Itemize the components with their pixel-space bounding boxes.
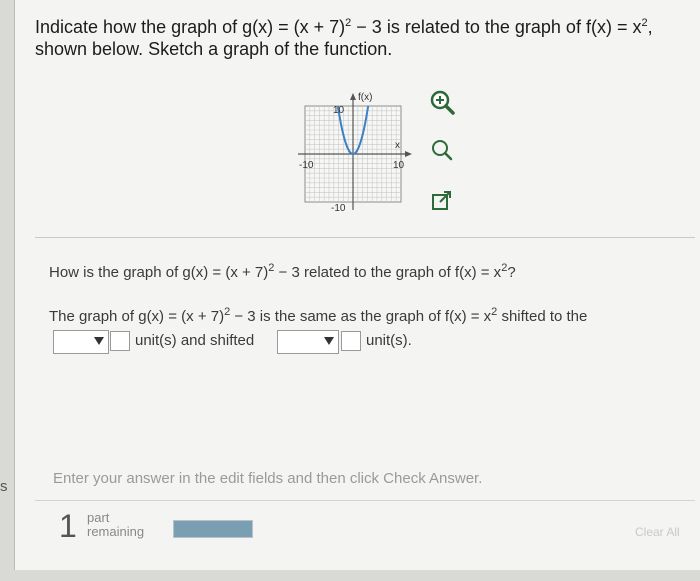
- y-min-label: -10: [331, 203, 346, 214]
- question-panel: Indicate how the graph of g(x) = (x + 7)…: [14, 0, 700, 570]
- answer-statement: The graph of g(x) = (x + 7)2 − 3 is the …: [49, 306, 588, 325]
- section-divider: [35, 237, 695, 238]
- progress-bar: [173, 520, 253, 538]
- horizontal-units-input[interactable]: [110, 331, 130, 351]
- edge-letter: s: [0, 478, 8, 495]
- graph-svg: f(x) x 10 -10 -10 10: [298, 92, 412, 214]
- zoom-in-icon[interactable]: [427, 88, 457, 118]
- question-title: Indicate how the graph of g(x) = (x + 7)…: [35, 17, 653, 59]
- question-prompt: How is the graph of g(x) = (x + 7)2 − 3 …: [49, 262, 516, 281]
- function-graph: f(x) x 10 -10 -10 10: [280, 86, 430, 221]
- vertical-units-input[interactable]: [341, 331, 361, 351]
- progress-fill: [174, 521, 252, 537]
- x-axis-label: x: [395, 140, 400, 151]
- y-max-label: 10: [333, 105, 345, 116]
- y-axis-label: f(x): [358, 92, 372, 103]
- instruction-hint: Enter your answer in the edit fields and…: [53, 470, 483, 487]
- chevron-down-icon: [324, 337, 334, 345]
- popout-icon[interactable]: [427, 186, 457, 216]
- x-axis-arrow: [405, 151, 412, 157]
- vertical-direction-select[interactable]: [277, 330, 339, 354]
- horizontal-direction-select[interactable]: [53, 330, 109, 354]
- graph-tools: [427, 86, 467, 216]
- units-label: unit(s).: [366, 332, 412, 349]
- parts-remaining-count: 1: [59, 508, 77, 544]
- y-axis-arrow: [350, 93, 356, 100]
- clear-all-button[interactable]: Clear All: [635, 525, 680, 539]
- x-min-label: -10: [299, 160, 314, 171]
- footer-divider: [35, 500, 695, 501]
- chevron-down-icon: [94, 337, 104, 345]
- x-max-label: 10: [393, 160, 405, 171]
- parts-remaining-label: part remaining: [87, 510, 145, 539]
- units-and-shifted-label: unit(s) and shifted: [135, 332, 255, 349]
- zoom-out-icon[interactable]: [427, 136, 457, 166]
